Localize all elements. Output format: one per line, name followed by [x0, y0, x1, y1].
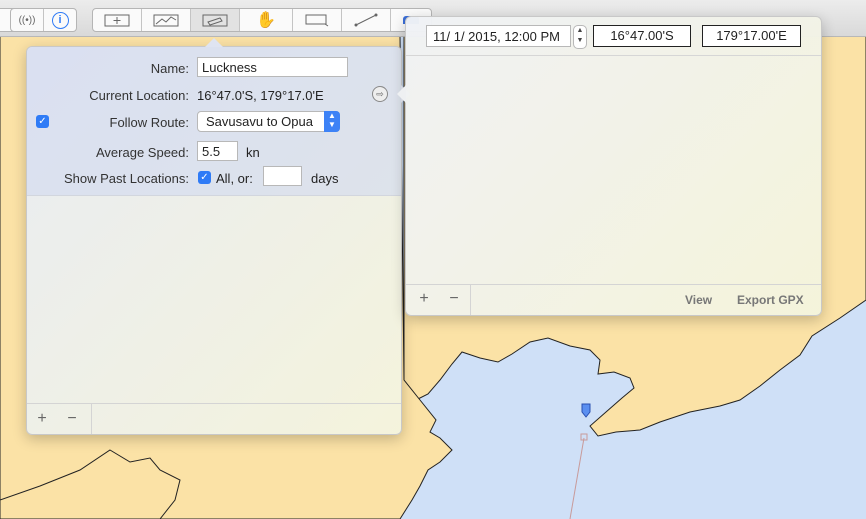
current-location-value: 16°47.0'S, 179°17.0'E [197, 88, 324, 103]
follow-route-select-value: Savusavu to Opua [206, 114, 313, 129]
vessel-list-bottom-bar: + − [27, 403, 401, 434]
add-location-button[interactable]: + [409, 290, 439, 308]
vessel-button[interactable] [191, 9, 240, 31]
select-rect-button[interactable] [293, 9, 342, 31]
measure-button[interactable] [342, 9, 391, 31]
average-speed-label: Average Speed: [96, 145, 189, 160]
name-field[interactable]: Luckness [197, 57, 348, 77]
vessel-icon [202, 14, 228, 27]
remove-vessel-button[interactable]: − [57, 410, 87, 428]
average-speed-field[interactable]: 5.5 [197, 141, 238, 161]
show-past-locations-label: Show Past Locations: [63, 171, 189, 186]
follow-route-select[interactable]: Savusavu to Opua ▲ ▼ [197, 111, 340, 132]
info-icon: i [51, 11, 69, 29]
select-rect-icon [305, 14, 329, 27]
datetime-stepper[interactable]: ▲ ▼ [573, 25, 587, 49]
current-location-label: Current Location: [89, 88, 189, 103]
bottom-bar-divider [470, 285, 471, 315]
days-unit: days [311, 171, 339, 186]
hand-icon: ✋ [256, 12, 276, 29]
vessel-popover: Name: Luckness Current Location: 16°47.0… [26, 38, 410, 435]
popover-arrow-top [205, 38, 223, 47]
add-waypoint-button[interactable] [93, 9, 142, 31]
all-or-label: All, or: [216, 171, 253, 186]
route-icon [153, 14, 179, 27]
past-days-field[interactable] [263, 166, 302, 186]
follow-route-label: Follow Route: [109, 115, 189, 130]
route-button[interactable] [142, 9, 191, 31]
popover-arrow-left [397, 85, 406, 103]
show-all-checkbox[interactable]: ✓ [198, 171, 211, 184]
vessel-form: Name: Luckness Current Location: 16°47.0… [27, 47, 401, 196]
broadcast-button[interactable]: ((•)) [11, 9, 44, 31]
measure-line-icon [354, 13, 378, 27]
longitude-field[interactable]: 179°17.00'E [702, 25, 801, 47]
pan-button[interactable]: ✋ [240, 9, 293, 31]
average-speed-unit: kn [246, 145, 260, 160]
select-chevron-icon: ▲ ▼ [324, 111, 340, 132]
broadcast-icon: ((•)) [18, 14, 36, 26]
remove-location-button[interactable]: − [439, 290, 469, 308]
location-history-popover: 11/ 1/ 2015, 12:00 PM ▲ ▼ 16°47.00'S 179°… [397, 16, 822, 316]
view-button[interactable]: View [685, 293, 712, 307]
add-vessel-button[interactable]: + [27, 410, 57, 428]
toolbar-group-tools: ✋ [92, 8, 432, 32]
toolbar-group-status: ((•)) i [10, 8, 77, 32]
name-label: Name: [150, 61, 189, 76]
go-to-location-icon[interactable]: ⇨ [372, 86, 388, 102]
export-gpx-button[interactable]: Export GPX [737, 293, 804, 307]
latitude-field[interactable]: 16°47.00'S [593, 25, 691, 47]
location-list-bottom-bar: + − View Export GPX [406, 284, 821, 315]
header-divider [406, 55, 821, 56]
info-button[interactable]: i [44, 9, 76, 31]
add-waypoint-icon [104, 14, 130, 27]
bottom-bar-divider [91, 404, 92, 434]
datetime-field[interactable]: 11/ 1/ 2015, 12:00 PM [426, 25, 571, 47]
